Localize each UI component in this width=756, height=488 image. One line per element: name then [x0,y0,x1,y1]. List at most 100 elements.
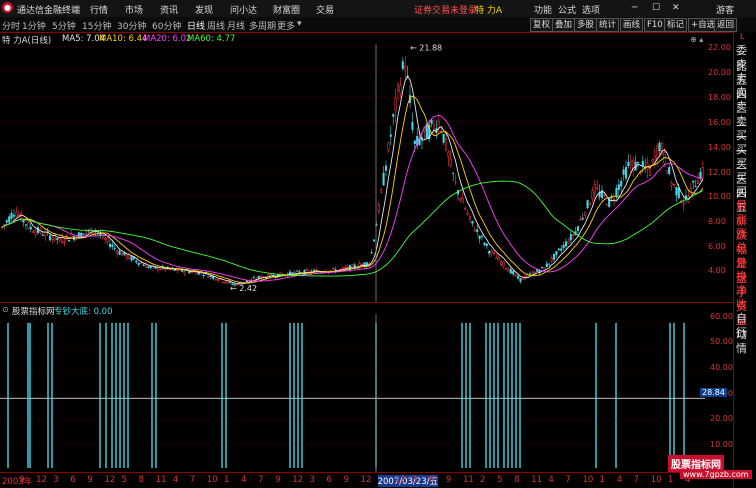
indicator-tick: 10.00 [710,440,733,449]
panel-divider [0,302,733,303]
candle-body [468,216,472,220]
guest-label[interactable]: 游客 [716,3,734,16]
candle-body [12,214,16,217]
candle-body [226,280,229,284]
date-tick: 9 [19,475,25,485]
menu-caifuquan[interactable]: 财富圈 [273,3,300,16]
candle-body [668,167,671,175]
candle-body [692,180,695,183]
candle-body [641,160,644,167]
maximize-icon[interactable]: ☐ [652,3,660,13]
date-tick: 7 [565,475,571,485]
date-tick: 10 [650,475,662,485]
quote-field-label[interactable]: 行情 [736,324,756,356]
period-week[interactable]: 周线 [207,19,225,32]
period-1min[interactable]: 1分钟 [22,19,46,32]
huaxian-button[interactable]: 画线 [620,18,644,32]
candle-body [118,251,121,255]
candle-body [557,248,560,251]
chart-settings-icon[interactable]: ⊕ ▴ [690,35,703,44]
candle-body [545,263,548,268]
menu-jiaoyi[interactable]: 交易 [316,3,334,16]
menu-shichang[interactable]: 市场 [125,3,143,16]
menu-xuanxiang[interactable]: 选项 [582,3,600,16]
duogu-button[interactable]: 多股 [574,18,598,32]
candle-body [15,212,18,217]
candle-body [111,244,114,247]
period-60min[interactable]: 60分钟 [152,19,181,32]
candle-body [137,262,140,265]
candle-body [540,266,544,268]
period-multi[interactable]: 多周期 [249,19,276,32]
date-tick: 6 [428,475,435,485]
candle-body [581,217,584,220]
f10-button[interactable]: F10 [644,18,666,32]
indicator-current-value: 28.84 [700,388,727,397]
biaoji-button[interactable]: 标记 [664,18,688,32]
candle-body [372,239,376,242]
candle-body [257,276,260,279]
date-tick: 1 [667,475,674,485]
candle-body [183,271,186,274]
candle-body [382,172,385,186]
back-button[interactable]: 返回 [714,18,738,32]
date-tick: 12 [394,475,406,485]
indicator-chart[interactable] [0,314,733,472]
candle-body [432,123,436,131]
candle-body [528,273,532,275]
candle-body [341,267,344,269]
candle-body [514,274,517,276]
more-dropdown-icon[interactable]: ▾ [297,19,302,29]
date-tick: 5 [121,475,127,485]
minimize-icon[interactable]: ─ [632,3,637,13]
candle-body [569,234,572,241]
quote-side-panel: L 委比 卖五 卖四 卖三 卖二 卖一 买一 买二 买三 买四 买五 最新 涨跌 涨幅 总量 外盘 换手 净资 收益… [733,32,756,487]
menu-wenxiaoda[interactable]: 问小达 [230,3,257,16]
candle-body [567,241,570,244]
period-5min[interactable]: 5分钟 [52,19,76,32]
kline-chart[interactable]: ← 21.88 ← 2.42 [0,44,733,302]
fuquan-button[interactable]: 复权 [530,18,554,32]
period-30min[interactable]: 30分钟 [117,19,146,32]
diejia-button[interactable]: 叠加 [552,18,576,32]
tongji-button[interactable]: 统计 [596,18,620,32]
menu-hangqing[interactable]: 行情 [90,3,108,16]
candle-body [636,161,640,164]
date-tick: 12 [36,475,47,485]
date-tick: 9 [445,475,452,485]
menu-zixun[interactable]: 资讯 [160,3,178,16]
candle-body [3,224,6,226]
login-status[interactable]: 证券交易未登录 [414,3,477,16]
period-15min[interactable]: 15分钟 [82,19,111,32]
period-more[interactable]: 更多 [277,19,295,32]
panel-toggle-icon[interactable]: L [740,32,744,41]
candle-body [195,271,198,275]
period-day[interactable]: 日线 [187,19,205,32]
candle-body [485,243,488,246]
period-fenshi[interactable]: 分时 [2,19,20,32]
candle-body [593,184,596,194]
candle-body [672,184,676,186]
app-title: 通达信金融终端 [17,6,81,16]
candle-body [507,269,510,272]
date-tick: 1 [599,475,605,485]
date-tick: 7 [633,475,640,485]
menu-gongshi[interactable]: 公式 [558,3,576,16]
candle-body [560,248,563,251]
menu-faxian[interactable]: 发现 [195,3,213,16]
candle-body [168,268,172,271]
indicator-toggle-icon[interactable]: ⊙ [2,305,9,314]
period-month[interactable]: 月线 [227,19,245,32]
candle-body [387,142,390,152]
date-tick: 11 [462,475,474,485]
candle-body [622,169,625,175]
candle-body [125,254,128,259]
menu-gongneng[interactable]: 功能 [534,3,552,16]
candle-body [612,198,616,200]
ma5-line [1,75,704,285]
close-icon[interactable]: ✕ [672,3,680,13]
candle-body [70,234,73,237]
candle-body [452,172,455,174]
candle-body [396,84,400,91]
candle-body [584,212,587,216]
